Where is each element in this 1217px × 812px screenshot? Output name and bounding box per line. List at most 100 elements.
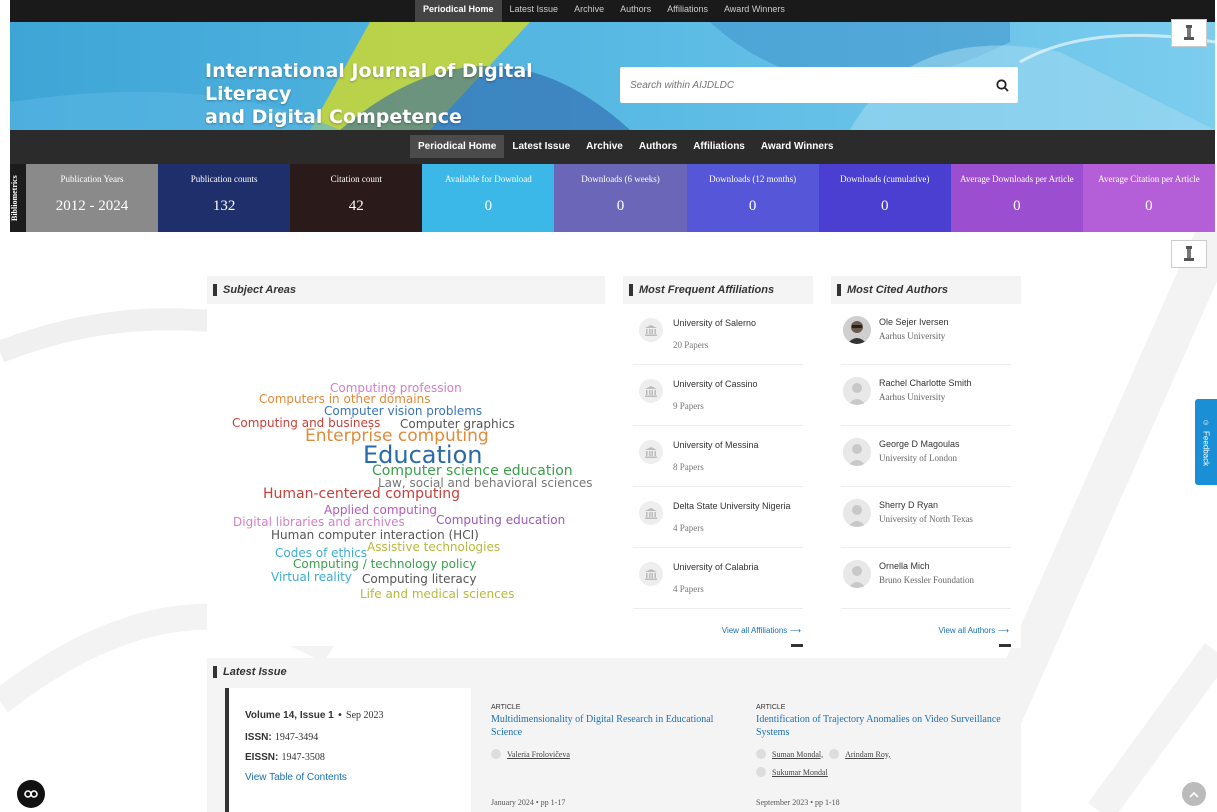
affiliations-title: Most Frequent Affiliations [639, 284, 775, 296]
author-name[interactable]: Ornella Mich [879, 561, 930, 571]
affiliation-item[interactable]: University of Messina 8 Papers [633, 426, 803, 487]
affiliation-item[interactable]: University of Salerno 20 Papers [633, 304, 803, 365]
latest-issue-title: Latest Issue [223, 666, 287, 678]
author-name[interactable]: Sherry D Ryan [879, 500, 938, 510]
subject-word[interactable]: Virtual reality [271, 570, 352, 584]
metric-downloads-cumulative-: Downloads (cumulative) 0 [818, 164, 951, 232]
header-bar [213, 284, 217, 296]
subject-word-cloud: Computing profession Computers in other d… [207, 304, 605, 646]
cookie-settings-button[interactable] [17, 780, 45, 808]
article-card-1: ARTICLE Multidimensionality of Digital R… [491, 704, 731, 807]
sticky-nav-tab-authors[interactable]: Authors [612, 0, 659, 22]
view-all-authors-link[interactable]: View all Authors ⟶ [939, 626, 1009, 635]
author-item[interactable]: Ornella Mich Bruno Kessler Foundation [841, 548, 1011, 609]
metric-value: 0 [616, 198, 625, 214]
metric-label: Available for Download [444, 174, 532, 184]
author-avatar [843, 377, 871, 405]
affiliation-name[interactable]: Delta State University Nigeria [673, 501, 791, 511]
author-item[interactable]: Sherry D Ryan University of North Texas [841, 487, 1011, 548]
feedback-tab[interactable]: ☺ Feedback [1195, 399, 1217, 485]
author-name[interactable]: George D Magoulas [879, 439, 960, 449]
metric-label: Citation count [330, 174, 382, 184]
article-title-link[interactable]: Identification of Trajectory Anomalies o… [756, 713, 1006, 739]
user-icon [491, 749, 501, 759]
metric-label: Downloads (6 weeks) [581, 174, 660, 184]
authors-header: Most Cited Authors [831, 276, 1021, 304]
author-name[interactable]: Ole Sejer Iversen [879, 317, 949, 327]
periodical-nav-bar: Periodical Home Latest Issue Archive Author… [10, 130, 1215, 164]
subject-word[interactable]: Life and medical sciences [360, 587, 514, 601]
subject-word[interactable]: Digital libraries and archives [233, 515, 405, 529]
view-toc-link[interactable]: View Table of Contents [245, 772, 347, 783]
header-bar [837, 284, 841, 296]
metric-value: 132 [212, 198, 236, 214]
affiliation-name[interactable]: University of Calabria [673, 562, 759, 572]
nav-tab-archive[interactable]: Archive [578, 135, 631, 158]
feedback-icon: ☺ [1201, 417, 1211, 427]
eissn-label: EISSN: [245, 752, 279, 763]
author-item[interactable]: Ole Sejer Iversen Aarhus University [841, 304, 1011, 365]
author-institution: Aarhus University [879, 392, 946, 402]
accessibility-tool-icon-lower[interactable] [1171, 240, 1207, 268]
feedback-label: Feedback [1201, 430, 1211, 467]
affiliation-item[interactable]: University of Cassino 9 Papers [633, 365, 803, 426]
author-item[interactable]: Rachel Charlotte Smith Aarhus University [841, 365, 1011, 426]
accessibility-tool-icon[interactable] [1171, 19, 1207, 47]
subject-word[interactable]: Assistive technologies [367, 540, 500, 554]
user-icon [829, 749, 840, 759]
sticky-nav-tab-periodical-home[interactable]: Periodical Home [415, 0, 502, 22]
subject-word[interactable]: Computing education [436, 513, 565, 527]
subject-areas-title: Subject Areas [223, 284, 296, 296]
affiliations-header: Most Frequent Affiliations [623, 276, 813, 304]
author-link[interactable]: Suman Mondal, [772, 750, 823, 759]
search-icon[interactable] [986, 67, 1018, 103]
search-input[interactable] [620, 67, 986, 103]
issn-value: 1947-3494 [274, 732, 319, 743]
arrow-right-icon: ⟶ [997, 626, 1009, 635]
subject-word[interactable]: Human-centered computing [263, 486, 460, 502]
author-item[interactable]: George D Magoulas University of London [841, 426, 1011, 487]
subject-word[interactable]: Computing / technology policy [293, 557, 476, 571]
metric-citation-count: Citation count 42 [290, 164, 423, 232]
metric-publication-years: Publication Years 2012 - 2024 [26, 164, 159, 232]
affiliation-paper-count: 8 Papers [673, 462, 704, 472]
nav-tab-award-winners[interactable]: Award Winners [753, 135, 842, 158]
nav-tab-authors[interactable]: Authors [631, 135, 685, 158]
affiliation-name[interactable]: University of Cassino [673, 379, 758, 389]
affiliation-name[interactable]: University of Messina [673, 440, 759, 450]
author-name[interactable]: Rachel Charlotte Smith [879, 378, 972, 388]
view-all-affiliations-link[interactable]: View all Affiliations ⟶ [722, 626, 801, 635]
sticky-nav-tab-archive[interactable]: Archive [566, 0, 612, 22]
user-icon [756, 749, 766, 759]
scroll-to-top-button[interactable] [1182, 782, 1206, 806]
author-link[interactable]: Sukumar Mondal [772, 768, 828, 777]
sticky-nav-tab-award-winners[interactable]: Award Winners [716, 0, 793, 22]
scroll-indicator [791, 644, 803, 647]
nav-tab-affiliations[interactable]: Affiliations [685, 135, 753, 158]
institution-icon [639, 379, 663, 403]
affiliation-item[interactable]: University of Calabria 4 Papers [633, 548, 803, 609]
metric-label: Downloads (12 months) [709, 174, 797, 184]
affiliation-item[interactable]: Delta State University Nigeria 4 Papers [633, 487, 803, 548]
nav-tab-periodical-home[interactable]: Periodical Home [410, 135, 505, 158]
author-link[interactable]: Valeria Frolovičeva [507, 750, 570, 759]
article-title-link[interactable]: Multidimensionality of Digital Research … [491, 713, 731, 739]
author-avatar [843, 560, 871, 588]
author-institution: Bruno Kessler Foundation [879, 575, 974, 585]
subject-areas-header: Subject Areas [207, 276, 605, 304]
periodical-nav-tabs: Periodical Home Latest Issue Archive Author… [410, 135, 841, 158]
affiliations-items: University of Salerno 20 Papers University… [623, 304, 813, 609]
header-bar [629, 284, 633, 296]
metric-available-for-download: Available for Download 0 [422, 164, 555, 232]
subject-word[interactable]: Computing literacy [362, 572, 476, 586]
metric-downloads-6-weeks-: Downloads (6 weeks) 0 [554, 164, 687, 232]
metric-value: 0 [1013, 198, 1021, 214]
author-institution: University of London [879, 453, 957, 463]
sticky-nav-tab-affiliations[interactable]: Affiliations [659, 0, 716, 22]
sticky-nav-tab-latest-issue[interactable]: Latest Issue [502, 0, 567, 22]
nav-tab-latest-issue[interactable]: Latest Issue [504, 135, 578, 158]
affiliation-name[interactable]: University of Salerno [673, 318, 756, 328]
article-authors-cont: Sukumar Mondal [756, 767, 1006, 777]
author-link[interactable]: Arindam Roy, [845, 750, 890, 759]
author-avatar [843, 438, 871, 466]
